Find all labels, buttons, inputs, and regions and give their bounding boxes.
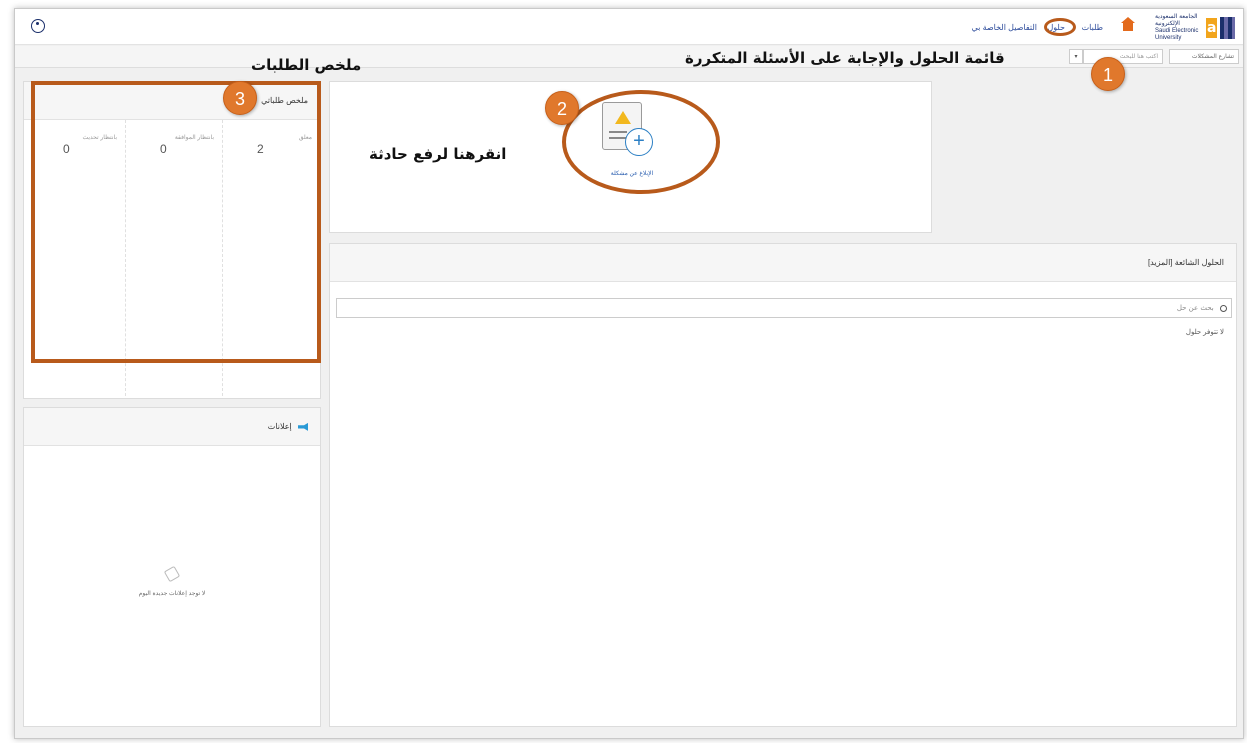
search-dropdown-button[interactable]: ▾ xyxy=(1069,49,1083,64)
nav-my-details-link[interactable]: التفاصيل الخاصة بي xyxy=(971,23,1037,32)
app-window: الجامعة السعودية الإلكترونية Saudi Elect… xyxy=(14,8,1244,739)
solutions-empty-text: لا تتوفر حلول xyxy=(1185,329,1224,336)
annotation-click-hint: انقرهنا لرفع حادثة xyxy=(369,145,507,163)
user-profile-icon[interactable] xyxy=(31,19,45,33)
solutions-search-placeholder: بحث عن حل xyxy=(1176,304,1214,312)
home-icon[interactable] xyxy=(1121,17,1135,31)
popular-solutions-panel: الحلول الشائعة [المزيد] بحث عن حل لا تتو… xyxy=(329,243,1237,727)
logo-letter: a xyxy=(1206,18,1218,38)
screenshot-frame: الجامعة السعودية الإلكترونية Saudi Elect… xyxy=(0,0,1247,743)
annotation-summary-title: ملخص الطلبات xyxy=(251,56,362,74)
step-badge-2: 2 xyxy=(545,91,579,125)
logo-text-arabic: الجامعة السعودية الإلكترونية xyxy=(1155,14,1198,27)
annotation-faq-title: قائمة الحلول والإجابة على الأسئلة المتكر… xyxy=(685,49,1005,67)
announcements-empty-text: لا توجد إعلانات جديدة اليوم xyxy=(138,591,206,597)
empty-megaphone-icon xyxy=(163,565,181,583)
announcements-header: إعلانات xyxy=(24,408,320,446)
solutions-search-input[interactable]: بحث عن حل xyxy=(336,298,1232,318)
summary-highlight-frame xyxy=(31,81,321,363)
top-navigation-bar: الجامعة السعودية الإلكترونية Saudi Elect… xyxy=(15,9,1243,45)
category-select[interactable]: تشارع المشكلات xyxy=(1169,49,1239,64)
logo-text-english: Saudi Electronic University xyxy=(1155,28,1199,41)
solutions-panel-title[interactable]: الحلول الشائعة [المزيد] xyxy=(330,244,1236,282)
megaphone-icon xyxy=(298,422,308,431)
logo-text: الجامعة السعودية الإلكترونية Saudi Elect… xyxy=(1155,14,1203,42)
nav-requests-link[interactable]: طلبات xyxy=(1082,23,1103,32)
announcements-title: إعلانات xyxy=(267,422,292,431)
solutions-highlight-oval xyxy=(1044,18,1076,36)
incident-highlight-oval xyxy=(562,90,720,194)
step-badge-3: 3 xyxy=(223,81,257,115)
step-badge-1: 1 xyxy=(1091,57,1125,91)
secondary-toolbar: تشارع المشكلات اكتب هنا للبحث ▾ xyxy=(15,46,1243,68)
university-logo[interactable]: الجامعة السعودية الإلكترونية Saudi Elect… xyxy=(1155,14,1236,42)
announcements-panel: إعلانات لا توجد إعلانات جديدة اليوم xyxy=(23,407,321,727)
logo-pattern-icon xyxy=(1220,17,1236,39)
search-icon xyxy=(1220,304,1227,312)
